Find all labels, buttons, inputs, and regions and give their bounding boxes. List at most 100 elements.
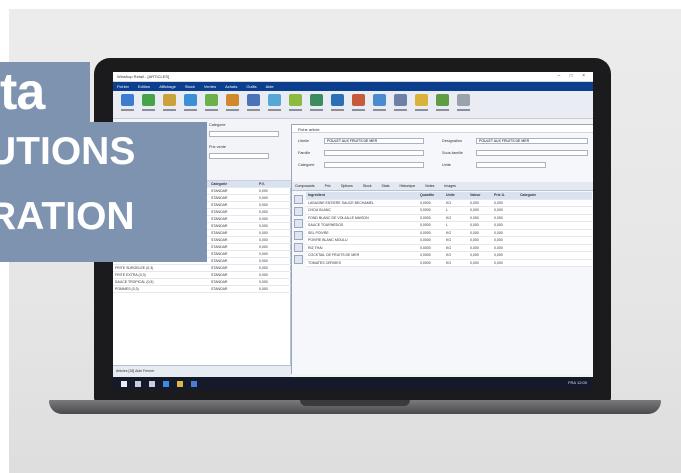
table-cell xyxy=(518,252,548,259)
tab-prix[interactable]: Prix xyxy=(325,184,331,188)
app-icon[interactable] xyxy=(191,380,197,387)
unite-select[interactable] xyxy=(476,162,546,168)
table-row[interactable]: POMMES (0,3) STANDAR 0,000 xyxy=(113,286,291,293)
table-cell: 0,0000 xyxy=(420,230,431,235)
menu-item[interactable]: Affichage xyxy=(159,84,176,89)
toolbar-button[interactable] xyxy=(161,94,178,114)
menu-item[interactable]: Stock xyxy=(185,84,195,89)
tab-options[interactable]: Options xyxy=(341,184,353,188)
categorie-field[interactable] xyxy=(324,162,424,168)
laptop-notch xyxy=(300,400,410,406)
move-up-button[interactable] xyxy=(294,231,303,240)
table-cell: 0,000 xyxy=(470,253,479,257)
table-cell: 0,000 xyxy=(494,208,503,212)
table-row[interactable]: COCKTAIL DE FRUITS DE MER 0,0000 KG 0,000 0,… xyxy=(306,252,592,260)
table-cell: RIZ THAI xyxy=(308,245,323,250)
table-cell: 0,0000 xyxy=(420,238,431,242)
table-row[interactable]: LASAGNE ENTIERE SAUCE BECHAMEL 0,0000 KG 0,… xyxy=(306,200,592,207)
menu-item[interactable]: Edition xyxy=(138,84,150,89)
table-cell: L xyxy=(446,208,448,212)
tab-notes[interactable]: Notes xyxy=(425,184,434,188)
categorie-select[interactable] xyxy=(209,131,279,137)
table-row[interactable]: CHOU BLANC 0,0000 L 0,000 0,000 xyxy=(306,207,592,215)
toolbar-button[interactable] xyxy=(287,94,304,114)
table-row[interactable]: POIVRE BLANC MOULU 0,0000 KG 0,000 0,000 xyxy=(306,237,592,245)
toolbar-button[interactable] xyxy=(140,94,157,114)
toolbar-button[interactable] xyxy=(182,94,199,114)
table-row[interactable]: FRITE EXTRA (0,3) STANDAR 0,000 xyxy=(113,272,291,279)
tab-images[interactable]: Images xyxy=(444,184,455,188)
table-cell: STANDAR xyxy=(211,238,228,242)
table-cell: 0,000 xyxy=(259,245,268,249)
prix-vente-field[interactable] xyxy=(209,153,269,159)
window-controls[interactable]: – □ × xyxy=(558,73,590,79)
table-row[interactable]: SEL POIVRE 0,0000 KG 0,000 0,000 xyxy=(306,230,592,237)
sous-famille-select[interactable] xyxy=(476,150,588,156)
tab-stock[interactable]: Stock xyxy=(363,184,372,188)
column-header: Valeur xyxy=(470,193,481,197)
menu-item[interactable]: Aide xyxy=(266,84,274,89)
toolbar-button[interactable] xyxy=(455,94,472,114)
table-cell: 0,000 xyxy=(494,230,503,235)
table-row[interactable]: RIZ THAI 0,0000 KG 0,000 0,000 xyxy=(306,245,592,252)
table-cell: 0,000 xyxy=(470,200,479,205)
folder-icon[interactable] xyxy=(177,380,183,387)
toolbar-button[interactable] xyxy=(392,94,409,114)
table-row[interactable]: TOMATES CERISES 0,0000 KG 0,000 0,000 xyxy=(306,260,592,267)
table-cell: 0,0000 xyxy=(420,215,431,220)
filter-label-prix-vente: Prix vente xyxy=(209,145,226,149)
toolbar-button[interactable] xyxy=(203,94,220,114)
toolbar-button[interactable] xyxy=(245,94,262,114)
table-row[interactable]: FRITE SURGELEE (0,3) STANDAR 0,000 xyxy=(113,265,291,272)
table-cell: 0,0000 xyxy=(420,200,431,205)
start-icon[interactable] xyxy=(121,380,127,387)
task-view-icon[interactable] xyxy=(149,380,155,387)
menu-item[interactable]: Fichier xyxy=(117,84,129,89)
tab-composants[interactable]: Composants xyxy=(295,184,315,188)
menu-item[interactable]: Achats xyxy=(225,84,237,89)
toolbar-button[interactable] xyxy=(350,94,367,114)
toolbar-button[interactable] xyxy=(329,94,346,114)
table-cell: LASAGNE ENTIERE SAUCE BECHAMEL xyxy=(308,200,374,205)
libelle-input[interactable]: POULET AUX FRUITS DE MER xyxy=(324,138,424,144)
table-cell: KG xyxy=(446,230,452,235)
table-cell: 0,0000 xyxy=(420,260,431,265)
toolbar-button[interactable] xyxy=(224,94,241,114)
table-cell xyxy=(518,207,548,214)
tab-historique[interactable]: Historique xyxy=(400,184,416,188)
banner-line-3: RATION xyxy=(0,182,207,262)
print-button[interactable] xyxy=(294,255,303,264)
column-header: Ingredient xyxy=(308,193,325,197)
table-cell: POIVRE BLANC MOULU xyxy=(308,238,348,242)
table-cell: CHOU BLANC xyxy=(308,208,331,212)
toolbar-button[interactable] xyxy=(371,94,388,114)
search-icon[interactable] xyxy=(135,380,141,387)
table-row[interactable]: SAUCE TOURNEDOS 0,0000 L 0,000 0,000 xyxy=(306,222,592,230)
toolbar-button[interactable] xyxy=(413,94,430,114)
table-cell: 0,000 xyxy=(259,196,268,200)
table-row[interactable]: SAUCE TROPICAL (0,5) STANDAR 0,000 xyxy=(113,279,291,286)
menu-item[interactable]: Outils xyxy=(246,84,256,89)
delete-row-button[interactable] xyxy=(294,219,303,228)
row-action-buttons xyxy=(294,195,303,267)
tab-stats[interactable]: Stats xyxy=(382,184,390,188)
table-cell: 0,0000 xyxy=(420,223,431,227)
toolbar-button[interactable] xyxy=(119,94,136,114)
table-cell: STANDAR xyxy=(211,189,228,193)
toolbar-button[interactable] xyxy=(434,94,451,114)
table-cell: 0,000 xyxy=(259,238,268,242)
edit-row-button[interactable] xyxy=(294,207,303,216)
table-cell: KG xyxy=(446,253,452,257)
toolbar-button[interactable] xyxy=(266,94,283,114)
famille-select[interactable] xyxy=(324,150,424,156)
menu-item[interactable]: Ventes xyxy=(204,84,216,89)
column-header: Unite xyxy=(446,193,455,197)
add-row-button[interactable] xyxy=(294,195,303,204)
toolbar-button[interactable] xyxy=(308,94,325,114)
move-down-button[interactable] xyxy=(294,243,303,252)
designation-input[interactable]: POULET AUX FRUITS DE MER xyxy=(476,138,588,144)
table-row[interactable]: FOND BLANC DE VOLAILLE MAISON 0,0000 KG 0,0… xyxy=(306,215,592,222)
window-titlebar: Winshop Retail - [ARTICLES] – □ × xyxy=(113,72,593,82)
table-cell: 0,000 xyxy=(494,245,503,250)
browser-icon[interactable] xyxy=(163,380,169,387)
